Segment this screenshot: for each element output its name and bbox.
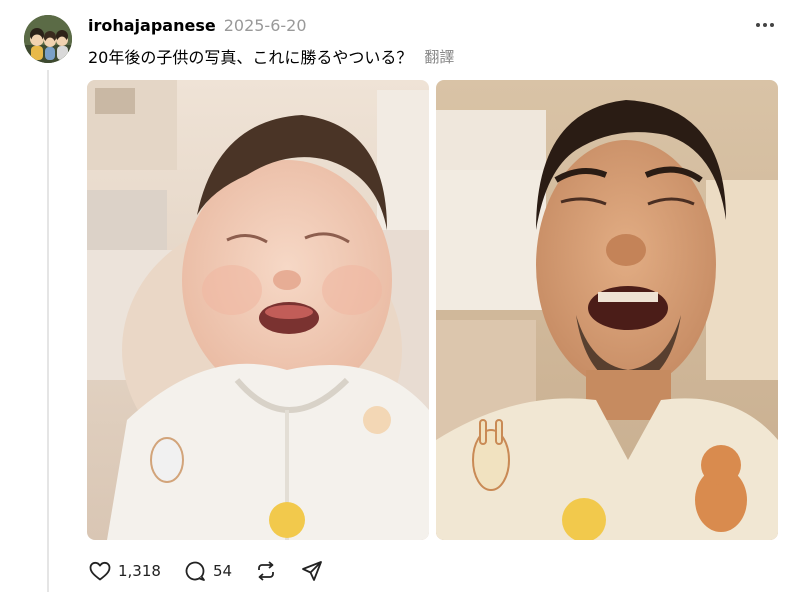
post-image-adult[interactable] [436, 80, 778, 540]
post-header: irohajapanese 2025-6-20 [88, 12, 307, 38]
thread-line [47, 70, 49, 592]
username[interactable]: irohajapanese [88, 16, 216, 35]
translate-link[interactable]: 翻譯 [424, 46, 454, 67]
post-body: 20年後の子供の写真、これに勝るやついる？ 翻譯 [88, 43, 454, 69]
post-image-baby[interactable] [87, 80, 429, 540]
like-count: 1,318 [118, 562, 161, 580]
post-text: 20年後の子供の写真、これに勝るやついる？ [88, 48, 413, 67]
action-bar: 1,318 54 [88, 556, 346, 586]
more-options-icon[interactable] [752, 14, 778, 36]
heart-icon [89, 561, 111, 581]
avatar[interactable] [24, 15, 72, 63]
share-button[interactable] [300, 559, 324, 583]
share-send-icon [302, 561, 322, 581]
reply-count: 54 [212, 562, 233, 580]
like-button[interactable]: 1,318 [88, 559, 161, 583]
post-date[interactable]: 2025-6-20 [224, 16, 307, 35]
repost-icon [258, 561, 274, 581]
reply-button[interactable]: 54 [183, 559, 232, 583]
comment-bubble-icon [185, 561, 205, 581]
repost-button[interactable] [254, 559, 278, 583]
